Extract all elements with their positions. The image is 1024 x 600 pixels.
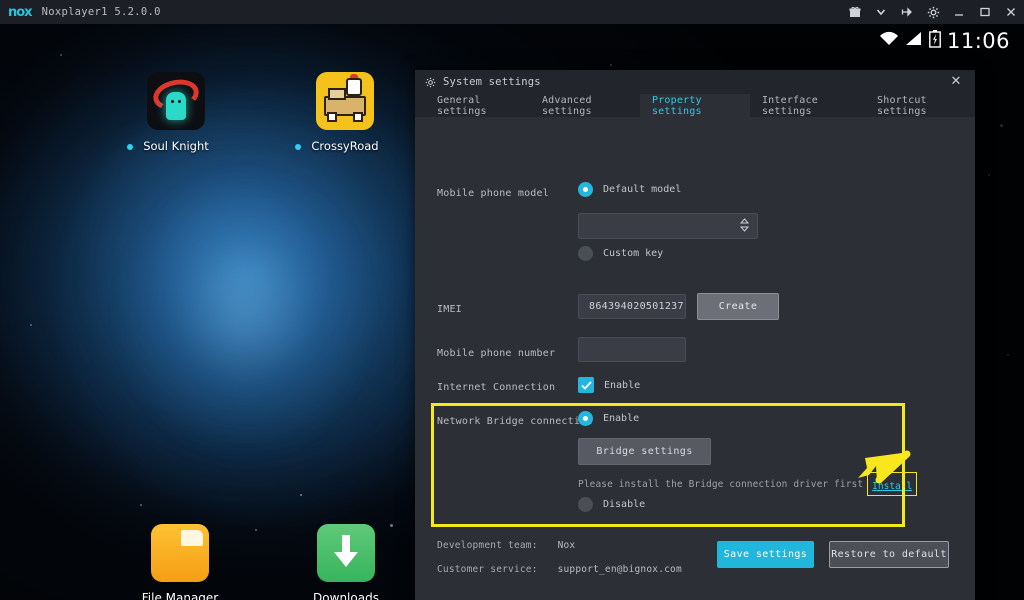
star [1000, 124, 1003, 127]
settings-tabs: General settings Advanced settings Prope… [415, 94, 975, 118]
radio-bridge-enable-indicator [578, 411, 593, 426]
gear-icon [425, 73, 436, 92]
dialog-footer: Development team: Nox Customer service: … [415, 528, 975, 600]
radio-default-model-indicator [578, 182, 593, 197]
app-label-downloads: Downloads [313, 591, 379, 600]
star [140, 504, 142, 506]
customer-service-row: Customer service: support_en@bignox.com [437, 564, 682, 575]
download-arrow-icon [332, 535, 360, 575]
star [610, 64, 612, 66]
nox-logo: nox [8, 5, 32, 20]
close-icon[interactable] [998, 0, 1024, 24]
star [1007, 354, 1009, 356]
label-mobile-phone-model: Mobile phone model [437, 188, 549, 199]
star [255, 529, 257, 531]
customer-service-label: Customer service: [437, 564, 538, 575]
soul-knight-icon [147, 72, 205, 130]
file-manager-icon [151, 524, 209, 582]
development-team-row: Development team: Nox [437, 540, 575, 551]
checkbox-internet-enable-indicator [578, 377, 594, 393]
dialog-body: Mobile phone model Default model Custom … [415, 118, 975, 552]
label-network-bridge-connection: Network Bridge connection [437, 416, 593, 427]
running-dot [127, 144, 133, 150]
app-label-text: Soul Knight [143, 139, 209, 153]
window-titlebar: nox Noxplayer1 5.2.0.0 [0, 0, 1024, 24]
imei-input[interactable]: 864394020501237 [578, 294, 686, 319]
radio-custom-key-indicator [578, 246, 593, 261]
gear-icon[interactable] [920, 0, 946, 24]
label-imei: IMEI [437, 304, 462, 315]
radio-default-model-label: Default model [603, 184, 681, 195]
app-label-crossy-road: CrossyRoad [311, 139, 378, 153]
star [30, 324, 32, 326]
star [300, 494, 302, 496]
tab-shortcut-settings[interactable]: Shortcut settings [865, 94, 975, 117]
radio-custom-key[interactable]: Custom key [578, 246, 663, 261]
label-mobile-phone-model-wrap: Mobile phone model [437, 188, 549, 199]
model-select-value [579, 214, 757, 220]
app-icon-crossy-road[interactable]: CrossyRoad [285, 72, 405, 154]
system-settings-dialog: System settings ✕ General settings Advan… [415, 70, 975, 600]
tab-interface-settings[interactable]: Interface settings [750, 94, 865, 117]
label-mobile-phone-number-wrap: Mobile phone number [437, 348, 555, 359]
app-icon-soul-knight[interactable]: Soul Knight [116, 72, 236, 154]
crossy-road-icon [316, 72, 374, 130]
signal-icon [905, 31, 923, 51]
app-icon-file-manager[interactable]: File Manager [120, 524, 240, 600]
app-icon-downloads[interactable]: Downloads [286, 524, 406, 600]
checkbox-internet-enable[interactable]: Enable [578, 377, 640, 393]
bridge-settings-button[interactable]: Bridge settings [578, 438, 711, 465]
radio-default-model[interactable]: Default model [578, 182, 681, 197]
radio-bridge-enable[interactable]: Enable [578, 411, 639, 426]
maximize-icon[interactable] [972, 0, 998, 24]
chevron-down-icon[interactable] [868, 0, 894, 24]
restore-default-button[interactable]: Restore to default [829, 541, 949, 568]
star [988, 174, 990, 176]
model-select[interactable] [578, 213, 758, 239]
label-imei-wrap: IMEI [437, 304, 462, 315]
save-settings-button[interactable]: Save settings [717, 541, 814, 568]
android-statusbar: 11:06 [879, 24, 1024, 58]
create-imei-button[interactable]: Create [697, 293, 779, 320]
dialog-title: System settings [443, 76, 541, 88]
app-label-file-manager: File Manager [142, 591, 219, 600]
radio-bridge-disable[interactable]: Disable [578, 497, 645, 512]
radio-bridge-enable-label: Enable [603, 413, 639, 424]
radio-bridge-disable-indicator [578, 497, 593, 512]
radio-bridge-disable-label: Disable [603, 499, 645, 510]
minimize-icon[interactable] [946, 0, 972, 24]
label-mobile-phone-number: Mobile phone number [437, 348, 555, 359]
label-network-bridge-wrap: Network Bridge connection [437, 416, 593, 427]
statusbar-clock: 11:06 [947, 29, 1010, 53]
downloads-icon [317, 524, 375, 582]
pin-icon[interactable] [894, 0, 920, 24]
customer-service-value: support_en@bignox.com [558, 564, 682, 575]
wifi-icon [879, 31, 899, 51]
gift-icon[interactable] [842, 0, 868, 24]
radio-custom-key-label: Custom key [603, 248, 663, 259]
tab-general-settings[interactable]: General settings [425, 94, 530, 117]
wallpaper-glow [120, 174, 370, 454]
pointer-arrow [855, 448, 911, 496]
chevron-updown-icon[interactable] [740, 218, 749, 234]
development-team-label: Development team: [437, 540, 538, 551]
label-internet-connection-wrap: Internet Connection [437, 382, 555, 393]
label-internet-connection: Internet Connection [437, 382, 555, 393]
screen-root: nox Noxplayer1 5.2.0.0 [0, 0, 1024, 600]
dialog-header: System settings ✕ [415, 70, 975, 94]
running-dot [295, 144, 301, 150]
bridge-hint-text: Please install the Bridge connection dri… [578, 479, 863, 490]
app-label-soul-knight: Soul Knight [143, 139, 209, 153]
battery-charging-icon [929, 30, 941, 52]
window-controls [842, 0, 1024, 24]
checkbox-internet-enable-label: Enable [604, 380, 640, 391]
tab-advanced-settings[interactable]: Advanced settings [530, 94, 640, 117]
app-label-text: CrossyRoad [311, 139, 378, 153]
tab-property-settings[interactable]: Property settings [640, 94, 750, 117]
phone-number-input[interactable] [578, 337, 686, 362]
dialog-close-icon[interactable]: ✕ [947, 72, 965, 90]
window-title: Noxplayer1 5.2.0.0 [42, 6, 161, 18]
star [60, 54, 62, 56]
development-team-value: Nox [558, 540, 576, 551]
